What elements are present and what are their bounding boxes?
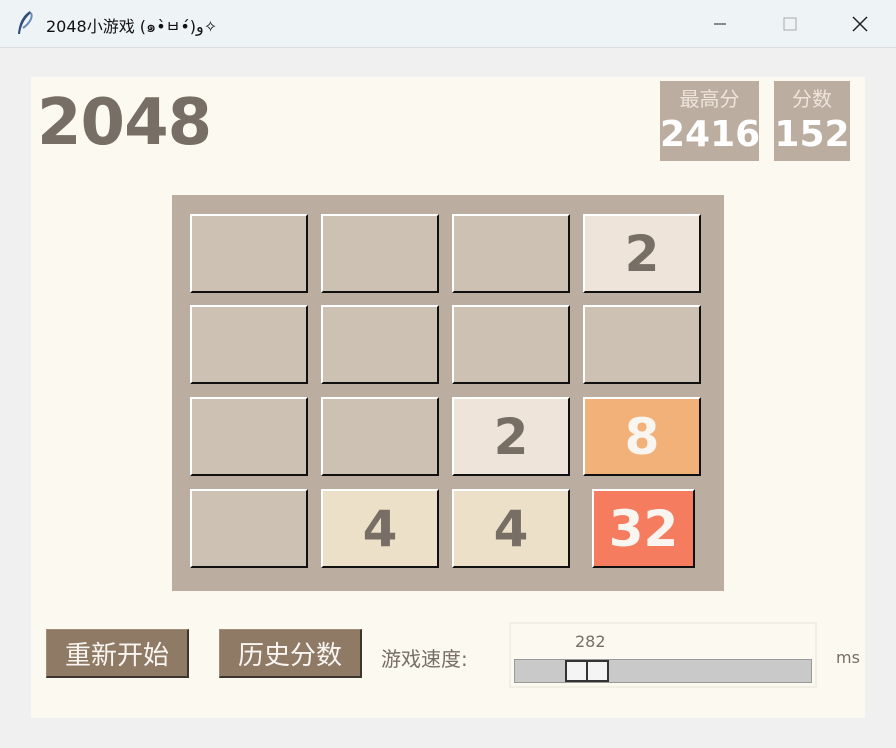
history-scores-button[interactable]: 历史分数 (219, 629, 362, 678)
speed-label: 游戏速度: (381, 647, 468, 671)
close-button[interactable] (830, 0, 890, 47)
slider-track[interactable] (514, 659, 812, 683)
tile-r4-c1 (190, 489, 308, 568)
tile-r3-c1 (190, 397, 308, 476)
tile-r4-c2: 4 (321, 489, 439, 568)
tile-r3-c3: 2 (452, 397, 570, 476)
tile-r1-c4: 2 (583, 214, 701, 293)
minimize-button[interactable] (690, 0, 750, 47)
tile-r2-c3 (452, 305, 570, 384)
speed-slider-value: 282 (575, 632, 606, 651)
tile-r3-c2 (321, 397, 439, 476)
score-label: 分数 (792, 87, 832, 111)
tile-r1-c2 (321, 214, 439, 293)
best-score-value: 2416 (660, 114, 761, 155)
close-icon (852, 15, 868, 32)
speed-unit: ms (836, 648, 860, 667)
tile-r2-c1 (190, 305, 308, 384)
title-bar: 2048小游戏 (๑•̀ㅂ•́)و✧ (0, 0, 896, 48)
tile-r2-c4 (583, 305, 701, 384)
speed-slider[interactable]: 282 (509, 622, 817, 688)
game-board: 2 2 8 4 4 32 (172, 195, 724, 591)
tile-r1-c1 (190, 214, 308, 293)
game-area: 2048 最高分 2416 分数 152 2 2 8 4 4 32 重新开始 历史分数 游… (31, 77, 865, 718)
maximize-icon (783, 17, 797, 30)
tile-r1-c3 (452, 214, 570, 293)
tile-r3-c4: 8 (583, 397, 701, 476)
restart-button[interactable]: 重新开始 (46, 629, 189, 678)
best-score-label: 最高分 (679, 87, 740, 111)
score-box: 分数 152 (774, 81, 850, 161)
feather-icon (14, 10, 36, 36)
window-title: 2048小游戏 (๑•̀ㅂ•́)و✧ (46, 17, 218, 36)
slider-thumb[interactable] (565, 660, 609, 682)
game-logo: 2048 (37, 86, 212, 160)
maximize-button[interactable] (760, 0, 820, 47)
best-score-box: 最高分 2416 (660, 81, 761, 161)
minimize-icon (714, 23, 726, 24)
tile-r4-c4: 32 (592, 489, 695, 568)
score-value: 152 (774, 114, 850, 155)
tile-r2-c2 (321, 305, 439, 384)
tile-r4-c3: 4 (452, 489, 570, 568)
